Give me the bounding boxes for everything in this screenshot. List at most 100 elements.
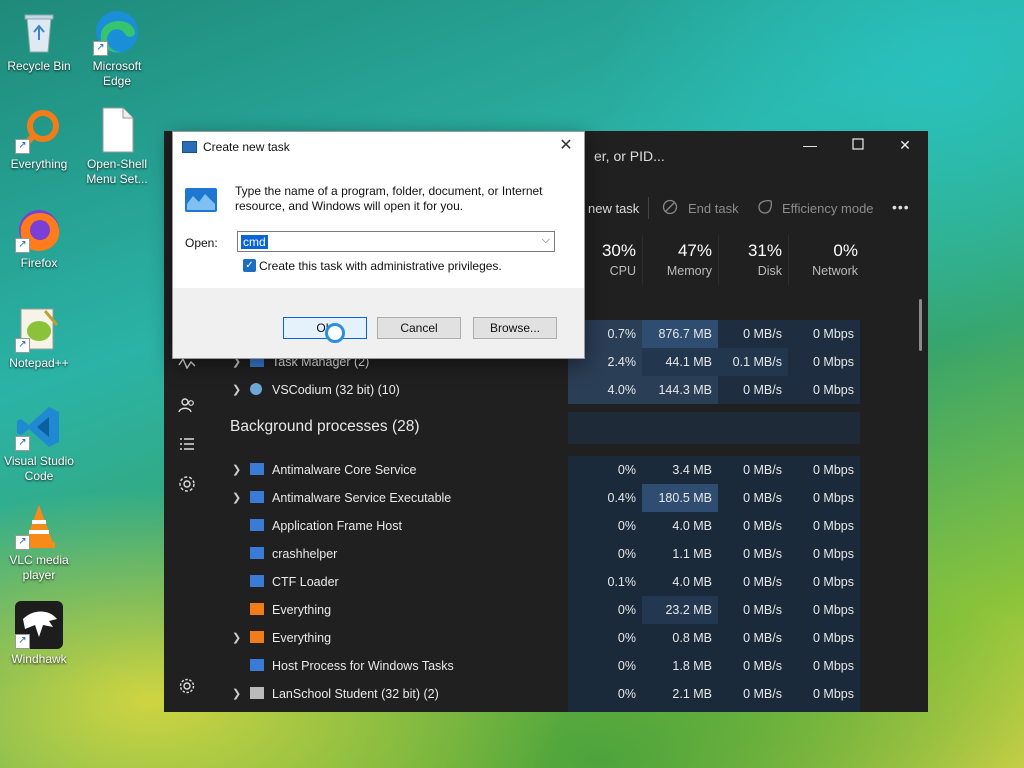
disk-cell: 0 MB/s [718, 320, 788, 348]
desktop-icon-firefox[interactable]: ↗ Firefox [1, 205, 77, 271]
table-row[interactable]: ❯ Antimalware Core Service 0% 3.4 MB 0 MB/s 0… [210, 456, 928, 484]
column-memory[interactable]: 47% Memory [642, 235, 718, 285]
minimize-button[interactable]: — [800, 137, 820, 157]
cpu-cell: 0% [568, 456, 642, 484]
services-icon[interactable] [176, 475, 198, 497]
network-cell: 0 Mbps [788, 596, 860, 624]
search-placeholder: er, or PID... [594, 148, 665, 164]
more-options-button[interactable]: ••• [892, 199, 910, 215]
end-task-button[interactable]: End task [688, 201, 739, 216]
browse-button[interactable]: Browse... [473, 317, 557, 339]
chevron-right-icon[interactable]: ❯ [232, 491, 242, 504]
desktop-icon-notepadpp[interactable]: ↗ Notepad++ [1, 305, 77, 371]
open-input-value[interactable]: cmd [241, 235, 268, 249]
chevron-right-icon[interactable]: ❯ [232, 631, 242, 644]
disk-cell: 0 MB/s [718, 512, 788, 540]
table-row[interactable]: CTF Loader 0.1% 4.0 MB 0 MB/s 0 Mbps [210, 568, 928, 596]
section-background-processes[interactable]: Background processes (28) [230, 418, 420, 436]
table-row[interactable]: ❯ Antimalware Service Executable 0.4% 180.5… [210, 484, 928, 512]
search-input[interactable]: er, or PID... [594, 148, 744, 174]
process-icon [250, 687, 264, 699]
efficiency-mode-button[interactable]: Efficiency mode [782, 201, 874, 216]
scrollbar-thumb[interactable] [919, 299, 922, 351]
desktop-icon-edge[interactable]: ↗ Microsoft Edge [79, 8, 155, 89]
table-row[interactable]: ❯ Everything 0% 0.8 MB 0 MB/s 0 Mbps [210, 624, 928, 652]
chevron-down-icon[interactable]: ⌵ [542, 234, 550, 247]
network-cell: 0 Mbps [788, 456, 860, 484]
settings-gear-icon[interactable] [176, 677, 198, 699]
cancel-button[interactable]: Cancel [377, 317, 461, 339]
desktop-icon-label: Windhawk [11, 652, 67, 666]
admin-privileges-label[interactable]: Create this task with administrative pri… [259, 259, 502, 273]
dialog-title-bar[interactable]: Create new task ✕ [173, 132, 584, 160]
desktop-icon-label: Everything [10, 157, 68, 171]
desktop-icon-label: Recycle Bin [7, 59, 71, 73]
desktop-icon-vlc[interactable]: ↗ VLC media player [1, 502, 77, 583]
process-name: Antimalware Core Service [272, 463, 417, 477]
dialog-title: Create new task [203, 140, 290, 154]
maximize-icon [852, 138, 864, 150]
table-row[interactable]: Microsoft (R) Aggregator Host0%1.6 MB0 M… [210, 708, 928, 712]
chevron-right-icon[interactable]: ❯ [232, 463, 242, 476]
close-button[interactable]: ✕ [556, 136, 576, 156]
process-icon [250, 603, 264, 615]
mouse-cursor-indicator [325, 323, 345, 343]
process-icon [250, 631, 264, 643]
vlc-icon: ↗ [15, 502, 63, 550]
table-row[interactable]: crashhelper 0% 1.1 MB 0 MB/s 0 Mbps [210, 540, 928, 568]
desktop-icon-everything[interactable]: ↗ Everything [1, 106, 77, 172]
network-cell: 0 Mbps [788, 512, 860, 540]
desktop-icon-label: Visual Studio Code [4, 454, 74, 483]
desktop-icon-windhawk[interactable]: ↗ Windhawk [1, 601, 77, 667]
shortcut-arrow-icon: ↗ [15, 139, 30, 154]
shortcut-arrow-icon: ↗ [15, 634, 30, 649]
file-icon [93, 106, 141, 154]
disk-cell: 0 MB/s [718, 484, 788, 512]
chevron-right-icon[interactable]: ❯ [232, 687, 242, 700]
notepadpp-icon: ↗ [15, 305, 63, 353]
cpu-cell: 4.0% [568, 376, 642, 404]
cpu-cell: 0% [568, 512, 642, 540]
open-combobox[interactable]: cmd ⌵ [237, 231, 555, 252]
details-icon[interactable] [176, 435, 198, 457]
process-name: Everything [272, 631, 332, 645]
desktop-icon-label: Open-Shell Menu Set... [86, 157, 148, 186]
network-cell: 0 Mbps [788, 652, 860, 680]
cpu-cell: 0.1% [568, 568, 642, 596]
desktop-icon-vscode[interactable]: ↗ Visual Studio Code [1, 403, 77, 484]
process-name: VSCodium (32 bit) (10) [272, 383, 400, 397]
cpu-cell: 0% [568, 708, 642, 712]
desktop-icon-recycle-bin[interactable]: Recycle Bin [1, 8, 77, 74]
table-row[interactable]: Application Frame Host 0% 4.0 MB 0 MB/s 0 Mb… [210, 512, 928, 540]
shortcut-arrow-icon: ↗ [15, 436, 30, 451]
maximize-button[interactable] [848, 137, 868, 157]
disk-cell: 0 MB/s [718, 540, 788, 568]
table-row[interactable]: Everything 0% 23.2 MB 0 MB/s 0 Mbps [210, 596, 928, 624]
column-disk[interactable]: 31% Disk [718, 235, 788, 285]
chevron-right-icon[interactable]: ❯ [232, 383, 242, 396]
network-cell: 0 Mbps [788, 680, 860, 708]
disk-total: 31% [747, 241, 782, 260]
efficiency-mode-icon [757, 199, 773, 218]
toolbar-divider [648, 197, 649, 219]
network-label: Network [812, 264, 858, 278]
table-row[interactable]: ❯ LanSchool Student (32 bit) (2) 0% 2.1 MB 0… [210, 680, 928, 708]
disk-cell: 0 MB/s [718, 624, 788, 652]
disk-cell: 0 MB/s [718, 456, 788, 484]
close-button[interactable]: ✕ [895, 137, 915, 157]
run-new-task-button[interactable]: new task [588, 201, 639, 216]
column-network[interactable]: 0% Network [788, 235, 864, 285]
table-row[interactable]: ❯ VSCodium (32 bit) (10) 4.0% 144.3 MB 0… [210, 376, 928, 404]
disk-cell: 0 MB/s [718, 652, 788, 680]
memory-cell: 144.3 MB [642, 376, 718, 404]
network-cell: 0 Mbps [788, 320, 860, 348]
network-cell: 0 Mbps [788, 624, 860, 652]
desktop-icon-open-shell[interactable]: Open-Shell Menu Set... [79, 106, 155, 187]
disk-cell: 0 MB/s [718, 596, 788, 624]
admin-privileges-checkbox[interactable]: ✓ [243, 259, 256, 272]
section-heat-strip [568, 412, 860, 444]
open-label: Open: [185, 236, 218, 250]
process-name: CTF Loader [272, 575, 339, 589]
table-row[interactable]: Host Process for Windows Tasks 0% 1.8 MB 0 … [210, 652, 928, 680]
users-icon[interactable] [176, 396, 198, 418]
